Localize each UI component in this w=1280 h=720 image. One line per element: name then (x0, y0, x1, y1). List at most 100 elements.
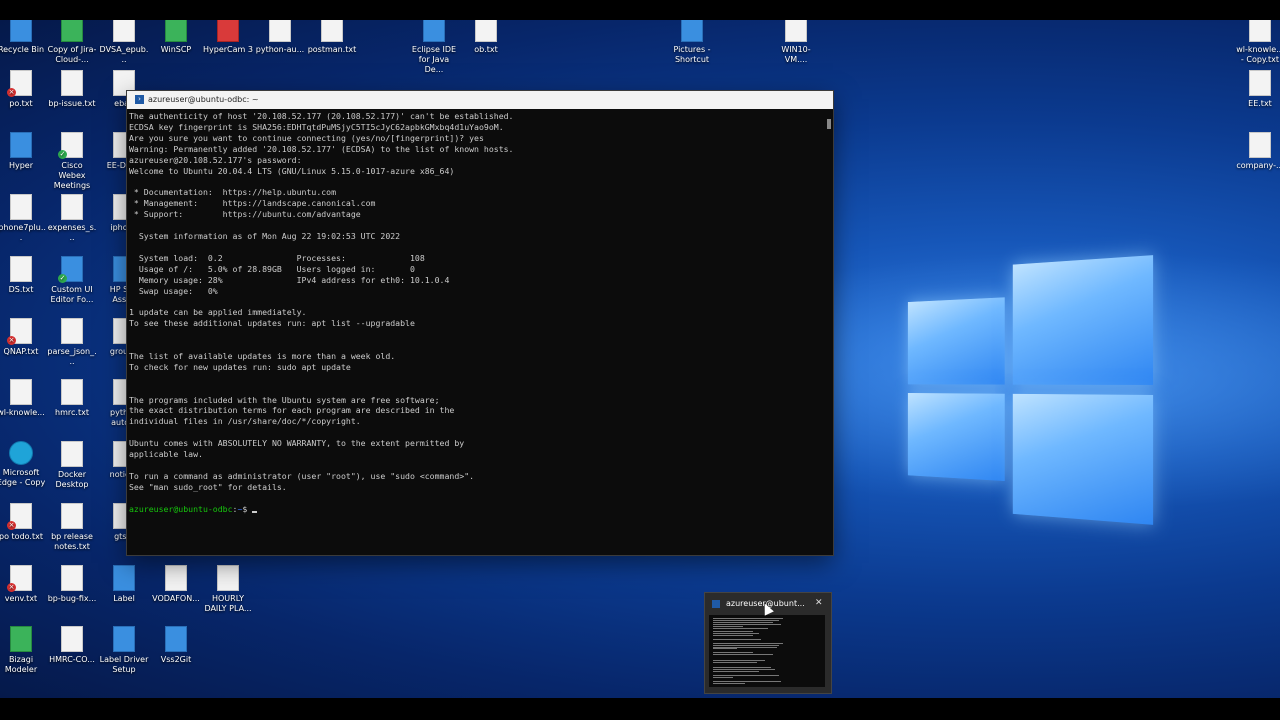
preview-line (713, 654, 773, 656)
preview-line (713, 621, 773, 623)
close-icon[interactable]: ✕ (815, 597, 823, 609)
desktop-icon-python-au[interactable]: python-au... (255, 20, 305, 55)
preview-line (713, 635, 753, 637)
desktop-icon-label: venv.txt (4, 594, 38, 603)
preview-line (713, 618, 783, 619)
text-cursor (252, 510, 258, 513)
desktop-icon-ee-txt[interactable]: EE.txt (1235, 70, 1280, 109)
desktop-icon-hourly-daily[interactable]: HOURLY DAILY PLA... (203, 565, 253, 614)
desktop-icon-label: po.txt (9, 99, 33, 108)
preview-thumbnail[interactable] (709, 615, 825, 687)
desktop-icon-bp-bug-fix[interactable]: bp-bug-fix... (47, 565, 97, 604)
desktop-icon-docker-desktop[interactable]: Docker Desktop (47, 441, 97, 490)
error-badge-icon: × (7, 336, 16, 345)
terminal-text: The authenticity of host '20.108.52.177 … (129, 111, 514, 492)
desktop-icon-label: wl-knowle... (0, 408, 45, 417)
prompt-user: azureuser@ubuntu-odbc (129, 503, 233, 514)
desktop-icon-custom-ui-editor[interactable]: ✓ Custom UI Editor Fo... (47, 256, 97, 305)
desktop-icon-winscp[interactable]: WinSCP (151, 20, 201, 55)
desktop-icon-label: Label (113, 594, 135, 603)
hyper-icon (10, 132, 32, 158)
vss2git-icon (165, 626, 187, 652)
desktop-icon-label: QNAP.txt (3, 347, 39, 356)
custom-ui-editor-icon: ✓ (58, 256, 83, 283)
desktop-icon-company[interactable]: company-... (1235, 132, 1280, 171)
desktop-icon-qnap[interactable]: × QNAP.txt (0, 318, 46, 357)
letterbox-top (0, 0, 1280, 20)
desktop-icon-label: Copy of Jira-Cloud-... (47, 45, 97, 64)
desktop-icon-label-driver[interactable]: Label Driver Setup (99, 626, 149, 675)
cisco-webex-icon: ✓ (58, 132, 83, 159)
prompt-symbol: $ (242, 503, 253, 514)
terminal-icon (712, 600, 720, 608)
desktop-icon-cisco-webex[interactable]: ✓ Cisco Webex Meetings (47, 132, 97, 191)
desktop-icon-label: WIN10-VM.... (781, 45, 811, 64)
postman-icon (321, 20, 343, 42)
desktop-icon-parse-json[interactable]: parse_json_... (47, 318, 97, 367)
preview-line (713, 623, 781, 625)
desktop-icon-po-txt[interactable]: × po.txt (0, 70, 46, 109)
desktop-icon-dvsa-epub[interactable]: DVSA_epub... (99, 20, 149, 65)
desktop-icon-label[interactable]: Label (99, 565, 149, 604)
edge-copy-icon (9, 441, 33, 465)
desktop-icon-label: DVSA_epub... (99, 45, 149, 64)
desktop-icon-ob-txt[interactable]: ob.txt (461, 20, 511, 55)
desktop-icon-wl-knowle-copy[interactable]: wl-knowle... - Copy.txt (1235, 20, 1280, 65)
desktop-icon-wl-knowle[interactable]: wl-knowle... (0, 379, 46, 418)
desktop-icon-vodafone[interactable]: VODAFON... (151, 565, 201, 604)
error-badge-icon: × (7, 521, 16, 530)
desktop-icon-label: Vss2Git (160, 655, 192, 664)
bizagi-icon (10, 626, 32, 652)
expenses-icon (61, 194, 83, 220)
desktop-icon-hyper[interactable]: Hyper (0, 132, 46, 171)
desktop-icon-label: parse_json_... (47, 347, 97, 366)
desktop-icon-recycle-bin[interactable]: Recycle Bin (0, 20, 46, 55)
preview-line (713, 633, 759, 635)
terminal-titlebar[interactable]: › azureuser@ubuntu-odbc: ~ (127, 91, 833, 109)
preview-line (713, 675, 779, 676)
error-badge-icon: × (7, 88, 16, 97)
error-badge-icon: × (7, 583, 16, 592)
recycle-bin-icon (10, 20, 32, 42)
terminal-scrollbar[interactable] (827, 119, 831, 129)
preview-line (713, 669, 775, 671)
preview-line (713, 682, 745, 684)
desktop-icon-label: bp-issue.txt (48, 99, 96, 108)
desktop-icon-iphone7plu[interactable]: iphone7plu... (0, 194, 46, 243)
hypercam-icon (217, 20, 239, 42)
desktop-icon-label: Custom UI Editor Fo... (50, 285, 94, 304)
desktop-icon-edge-copy[interactable]: Microsoft Edge - Copy (0, 441, 46, 488)
venv-icon: × (7, 565, 32, 592)
desktop-icon-label: expenses_s... (47, 223, 97, 242)
desktop-icon-win10-vm[interactable]: WIN10-VM.... (771, 20, 821, 65)
preview-line (713, 648, 737, 650)
desktop-icon-bp-release-notes[interactable]: bp release notes.txt (47, 503, 97, 552)
desktop-icon-po-todo[interactable]: × po todo.txt (0, 503, 46, 542)
ds-txt-icon (10, 256, 32, 282)
terminal-output[interactable]: The authenticity of host '20.108.52.177 … (129, 111, 819, 551)
hmrc-txt-icon (61, 379, 83, 405)
desktop-icon-label: bp-bug-fix... (47, 594, 97, 603)
desktop-icon-postman[interactable]: postman.txt (307, 20, 357, 55)
desktop-icon-venv[interactable]: × venv.txt (0, 565, 46, 604)
preview-line (713, 671, 759, 673)
terminal-window[interactable]: › azureuser@ubuntu-odbc: ~ The authentic… (127, 91, 833, 555)
desktop-icon-hmrc-co[interactable]: HMRC-CO... (47, 626, 97, 665)
desktop-icon-bp-issue[interactable]: bp-issue.txt (47, 70, 97, 109)
iphone7plu-icon (10, 194, 32, 220)
preview-line (713, 680, 781, 682)
logo-pane (907, 297, 1005, 385)
desktop-icon-copy-of-jira[interactable]: Copy of Jira-Cloud-... (47, 20, 97, 65)
desktop-icon-hmrc-txt[interactable]: hmrc.txt (47, 379, 97, 418)
desktop-icon-eclipse[interactable]: Eclipse IDE for Java De... (409, 20, 459, 75)
desktop-icon-ds-txt[interactable]: DS.txt (0, 256, 46, 295)
desktop-icon-label: postman.txt (307, 45, 357, 54)
desktop-icon-hypercam[interactable]: HyperCam 3 (203, 20, 253, 55)
desktop-icon-pictures-shortcut[interactable]: Pictures - Shortcut (667, 20, 717, 65)
desktop-icon-label: Pictures - Shortcut (673, 45, 711, 64)
desktop-icon-expenses[interactable]: expenses_s... (47, 194, 97, 243)
desktop-icon-vss2git[interactable]: Vss2Git (151, 626, 201, 665)
po-txt-icon: × (7, 70, 32, 97)
desktop-icon-label: wl-knowle... - Copy.txt (1236, 45, 1280, 64)
desktop-icon-bizagi[interactable]: Bizagi Modeler (0, 626, 46, 675)
